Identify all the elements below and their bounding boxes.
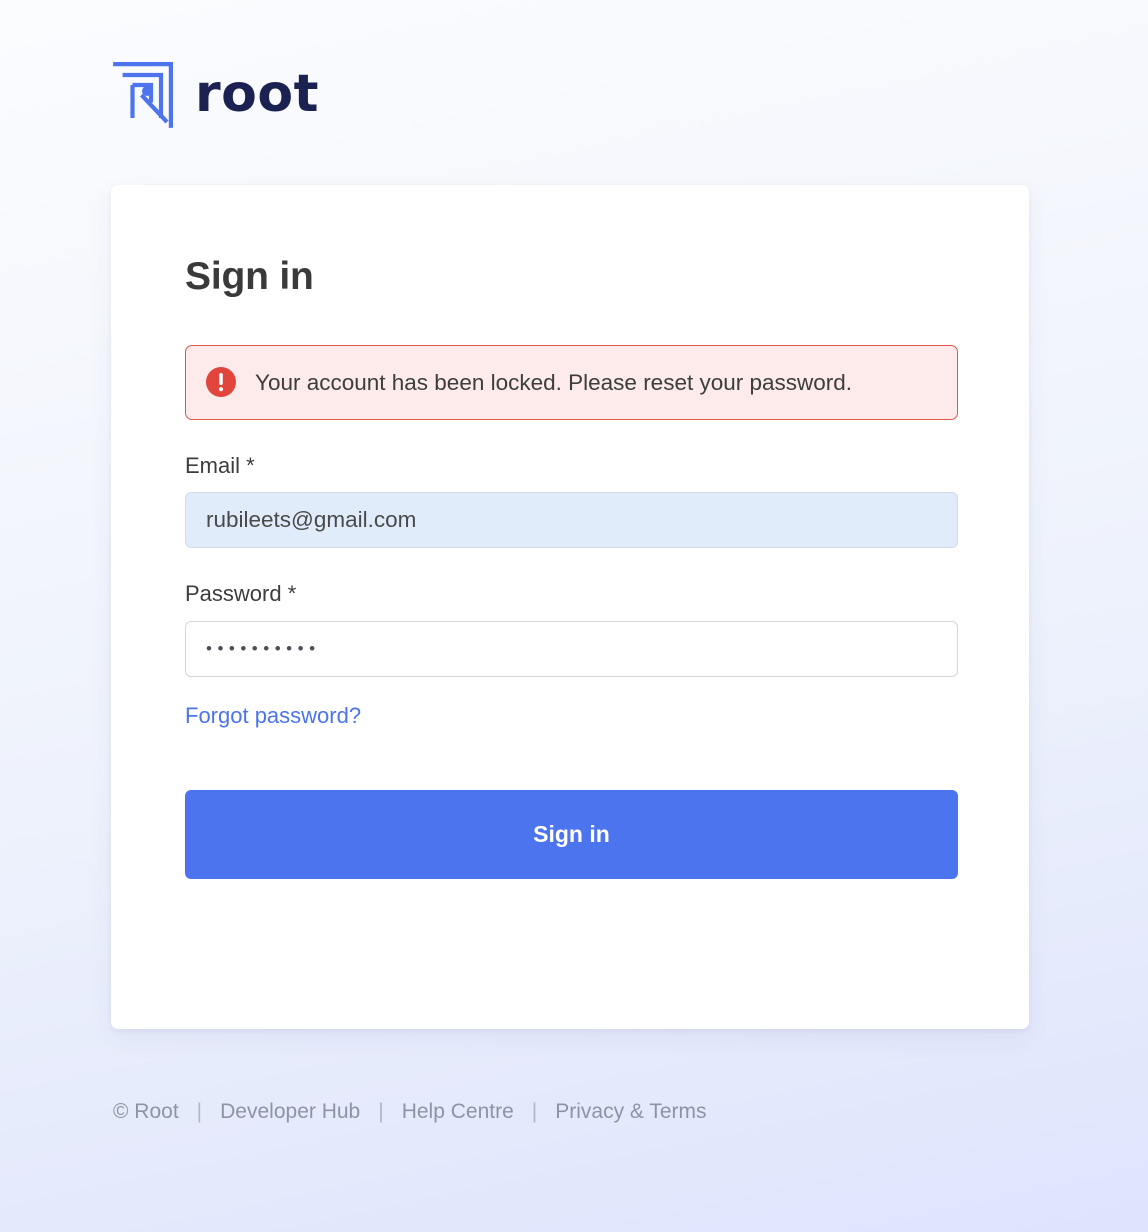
password-label: Password * <box>185 581 297 607</box>
footer-link-developer-hub[interactable]: Developer Hub <box>220 1100 360 1124</box>
footer-link-help-centre[interactable]: Help Centre <box>402 1100 514 1124</box>
email-field-group: Email * rubileets@gmail.com <box>185 452 958 549</box>
footer-copyright: © Root <box>113 1100 179 1123</box>
error-alert-message: Your account has been locked. Please res… <box>255 369 853 395</box>
password-input[interactable]: •••••••••• <box>185 620 958 677</box>
footer-separator-3: | <box>531 1100 538 1123</box>
error-exclamation-icon <box>205 366 237 398</box>
brand-wordmark: root <box>195 64 319 124</box>
password-field-group: Password * •••••••••• <box>185 581 958 677</box>
sign-in-page: root Sign in Your account has been locke… <box>0 0 1148 1232</box>
forgot-password-link[interactable]: Forgot password? <box>185 703 361 729</box>
brand-logo: root <box>111 62 319 130</box>
email-label: Email * <box>185 452 255 478</box>
email-input-value: rubileets@gmail.com <box>206 507 417 533</box>
error-alert: Your account has been locked. Please res… <box>185 344 958 420</box>
footer: © Root | Developer Hub | Help Centre | P… <box>113 1100 707 1124</box>
password-input-value: •••••••••• <box>206 639 321 659</box>
sign-in-button[interactable]: Sign in <box>185 789 958 879</box>
root-logo-icon <box>111 62 173 130</box>
sign-in-card: Sign in Your account has been locked. Pl… <box>111 185 1029 1029</box>
email-input[interactable]: rubileets@gmail.com <box>185 492 958 549</box>
footer-link-privacy-terms[interactable]: Privacy & Terms <box>555 1100 706 1124</box>
footer-separator-1: | <box>196 1100 203 1123</box>
page-title: Sign in <box>185 255 314 298</box>
footer-separator-2: | <box>378 1100 384 1123</box>
